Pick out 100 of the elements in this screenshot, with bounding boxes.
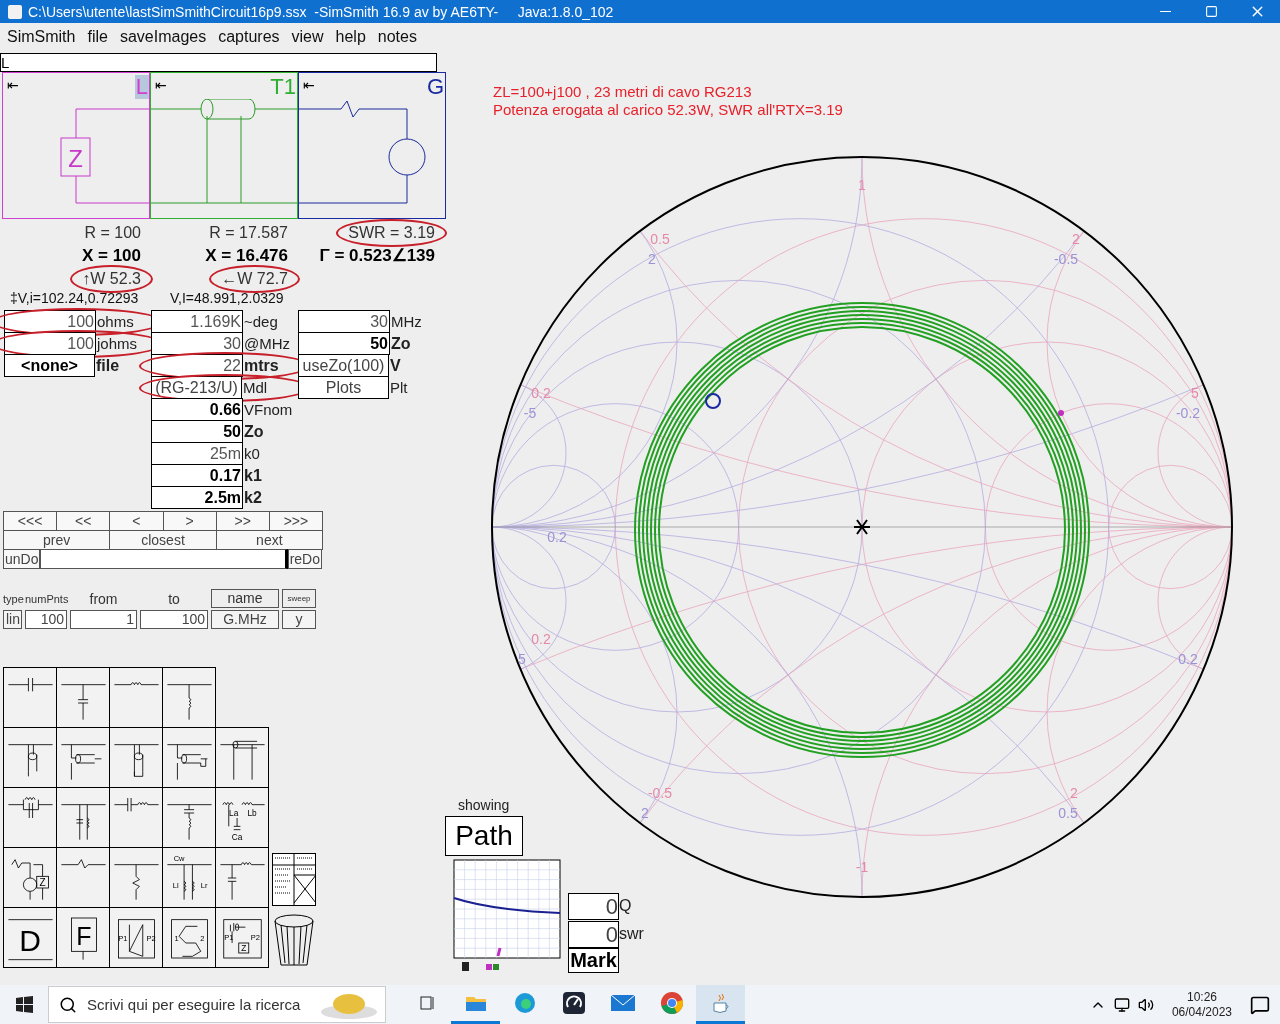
component-tool[interactable]: La Lb Ca xyxy=(215,787,269,848)
value-button[interactable]: <none> xyxy=(4,354,95,377)
sweep-header: sweep xyxy=(282,589,316,608)
trash-icon[interactable] xyxy=(272,913,316,969)
circuit-block[interactable]: ⇤ L Z xyxy=(2,72,150,219)
readout-text: R = 100 xyxy=(84,223,141,242)
menu-item[interactable]: notes xyxy=(371,28,423,46)
step-button[interactable]: > xyxy=(162,511,217,531)
component-tool[interactable]: Cw Ll Lr xyxy=(162,847,216,908)
sweep-header: name xyxy=(211,589,279,608)
component-tool[interactable] xyxy=(56,847,110,908)
component-tool[interactable]: F xyxy=(56,907,110,968)
component-tool[interactable] xyxy=(162,727,216,788)
network-icon[interactable] xyxy=(1113,996,1130,1013)
history-field[interactable] xyxy=(40,549,288,569)
component-tool[interactable]: 1 2 xyxy=(162,907,216,968)
menu-item[interactable]: help xyxy=(329,28,372,46)
component-tool[interactable] xyxy=(3,787,57,848)
menu-item[interactable]: view xyxy=(285,28,330,46)
component-tool[interactable] xyxy=(56,787,110,848)
component-tool[interactable] xyxy=(109,787,163,848)
value-field[interactable]: 0.66 xyxy=(151,398,243,421)
search-button[interactable]: closest xyxy=(109,530,217,550)
component-tool[interactable] xyxy=(3,727,57,788)
sweep-header: from xyxy=(88,591,119,608)
sweep-field[interactable]: 1 xyxy=(70,610,137,629)
search-field[interactable]: Scrivi qui per eseguire la ricerca xyxy=(48,986,386,1023)
value-button[interactable]: useZo(100) xyxy=(298,354,389,377)
step-button[interactable]: < xyxy=(109,511,164,531)
value-field[interactable]: 50 xyxy=(298,332,390,355)
scale-label: 1 xyxy=(858,177,866,193)
value-field[interactable]: 30 xyxy=(151,332,243,355)
menu-item[interactable]: captures xyxy=(212,28,286,46)
gauge-icon xyxy=(561,991,586,1015)
search-button[interactable]: next xyxy=(215,530,323,550)
circuit-symbol-icon xyxy=(7,743,53,777)
value-button[interactable]: Plots xyxy=(298,376,389,399)
mail-icon xyxy=(609,993,636,1013)
volume-icon[interactable] xyxy=(1137,996,1154,1013)
mode-button[interactable]: Path xyxy=(445,816,523,856)
unit-label: Plt xyxy=(389,378,408,398)
value-field[interactable]: 25m xyxy=(151,442,243,465)
menu-item[interactable]: file xyxy=(81,28,114,46)
step-button[interactable]: >>> xyxy=(268,511,323,531)
scale-label: 0.2 xyxy=(531,631,551,647)
sweep-field[interactable]: 100 xyxy=(25,610,67,629)
java-app-icon xyxy=(8,4,22,19)
redo-button[interactable]: reDo xyxy=(287,549,322,569)
browser-icon xyxy=(512,991,537,1015)
value-field[interactable]: 100 xyxy=(4,310,96,333)
step-button[interactable]: << xyxy=(56,511,111,531)
windows-logo-icon xyxy=(15,996,33,1013)
value-field[interactable]: 1.169K xyxy=(151,310,243,333)
block-label[interactable]: G xyxy=(425,75,445,99)
value-field[interactable]: 2.5m xyxy=(151,486,243,509)
component-tool[interactable] xyxy=(162,787,216,848)
sweep-field[interactable]: 100 xyxy=(140,610,208,629)
command-field[interactable]: L xyxy=(0,53,437,72)
component-tool[interactable] xyxy=(109,667,163,728)
component-tool[interactable] xyxy=(56,727,110,788)
value-field[interactable]: 22 xyxy=(151,354,243,377)
sweep-button[interactable]: y xyxy=(282,610,316,629)
notes-icon[interactable] xyxy=(272,853,316,907)
sweep-button[interactable]: lin xyxy=(3,610,22,629)
component-tool[interactable] xyxy=(56,667,110,728)
clock-date: 06/04/2023 xyxy=(1171,1004,1232,1020)
circuit-block[interactable]: ⇤ G xyxy=(298,72,446,219)
back-arrow-mark: ⇤ xyxy=(155,77,167,93)
menu-item[interactable]: saveImages xyxy=(113,28,213,46)
undo-button[interactable]: unDo xyxy=(3,549,41,569)
value-field[interactable]: 50 xyxy=(151,420,243,443)
value-field[interactable]: 30 xyxy=(298,310,390,333)
unit-label: VFnom xyxy=(243,400,293,420)
clock[interactable]: 10:26 06/04/2023 xyxy=(1171,989,1232,1020)
notification-icon[interactable] xyxy=(1250,994,1270,1015)
menu-item[interactable]: SimSmith xyxy=(1,28,82,46)
unit-label: Zo xyxy=(390,334,411,354)
value-field[interactable]: 0 xyxy=(568,892,619,920)
mark-button[interactable]: Mark xyxy=(568,948,619,973)
component-tool[interactable] xyxy=(215,727,269,788)
value-field[interactable]: 0.17 xyxy=(151,464,243,487)
component-tool[interactable] xyxy=(162,667,216,728)
component-tool[interactable] xyxy=(215,847,269,908)
value-field[interactable]: 0 xyxy=(568,920,619,948)
step-button[interactable]: >> xyxy=(215,511,270,531)
unit-label: ohms xyxy=(96,312,134,332)
component-tool[interactable]: Z xyxy=(3,847,57,908)
component-tool[interactable]: P1 P2 Z xyxy=(215,907,269,968)
circuit-block[interactable]: ⇤ T1 xyxy=(150,72,298,219)
circuit-symbol-icon xyxy=(7,796,53,818)
component-tool[interactable] xyxy=(3,667,57,728)
component-tool[interactable] xyxy=(109,847,163,908)
annotation-text: ZL=100+j100 , 23 metri di cavo RG213 xyxy=(493,83,753,101)
component-tool[interactable] xyxy=(109,727,163,788)
search-button[interactable]: prev xyxy=(3,530,111,550)
sweep-button[interactable]: G.MHz xyxy=(211,610,279,629)
scale-label: 0.5 xyxy=(650,231,670,247)
step-button[interactable]: <<< xyxy=(3,511,58,531)
minimize-icon xyxy=(1159,11,1171,12)
component-tool[interactable]: D xyxy=(3,907,57,968)
